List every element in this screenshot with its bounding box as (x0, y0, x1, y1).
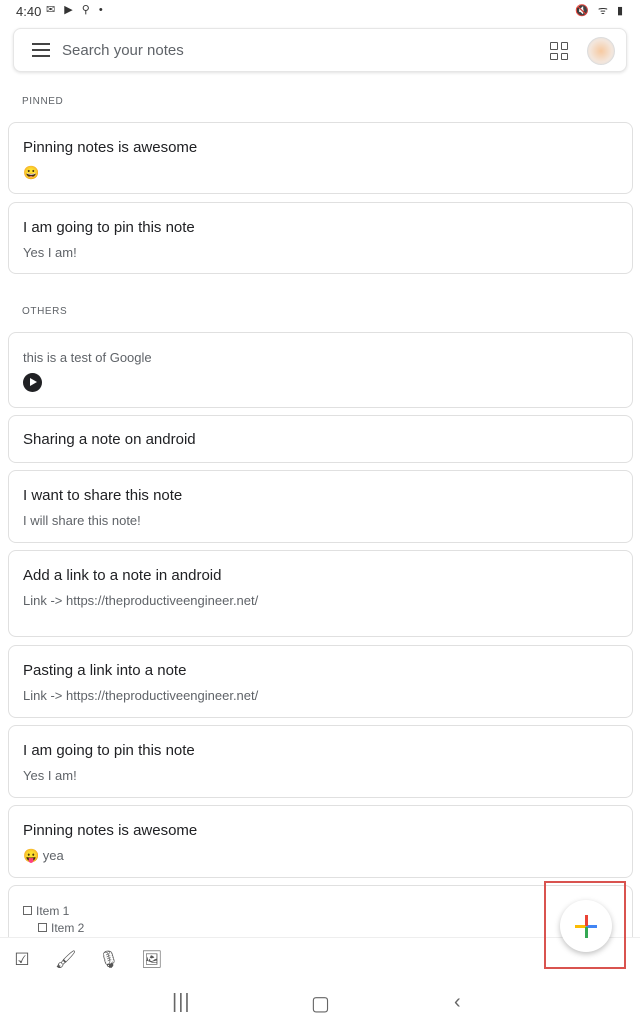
note-card[interactable]: Pinning notes is awesome 😛 yea (8, 805, 633, 878)
grid-view-icon[interactable] (550, 42, 568, 60)
search-bar[interactable]: Search your notes (13, 28, 627, 72)
back-icon[interactable]: ‹ (454, 991, 461, 1014)
note-body: Yes I am! (23, 768, 77, 783)
note-body: this is a test of Google (23, 350, 152, 365)
note-card[interactable]: Add a link to a note in android Link -> … (8, 550, 633, 637)
note-title: Pinning notes is awesome (23, 139, 198, 156)
highlight-box (544, 881, 626, 969)
checkbox-icon[interactable] (23, 906, 32, 915)
note-body: Link -> https://theproductiveengineer.ne… (23, 688, 259, 703)
note-title: I want to share this note (23, 487, 183, 504)
recent-apps-icon[interactable]: ||| (172, 991, 191, 1014)
section-pinned: PINNED (22, 96, 64, 107)
note-body: 😛 yea (23, 848, 64, 863)
system-icons: 🔇 ᯤ ▮ (575, 5, 626, 17)
note-title: I am going to pin this note (23, 219, 195, 236)
note-body: Link -> https://theproductiveengineer.ne… (23, 593, 259, 608)
menu-icon[interactable] (32, 43, 50, 57)
note-card[interactable]: I am going to pin this note Yes I am! (8, 725, 633, 798)
note-title: Sharing a note on android (23, 431, 196, 448)
status-time: 4:40 (16, 4, 42, 19)
checklist-item[interactable]: Item 1 (23, 904, 618, 918)
note-body: 😀 (23, 165, 40, 180)
note-title: Pinning notes is awesome (23, 822, 198, 839)
note-card[interactable]: Pasting a link into a note Link -> https… (8, 645, 633, 718)
note-title: Add a link to a note in android (23, 567, 222, 584)
search-input[interactable]: Search your notes (62, 42, 184, 59)
note-card[interactable]: Pinning notes is awesome 😀 (8, 122, 633, 194)
note-card[interactable]: this is a test of Google (8, 332, 633, 408)
note-card[interactable]: I want to share this note I will share t… (8, 470, 633, 543)
home-icon[interactable]: ▢ (311, 991, 330, 1016)
section-others: OTHERS (22, 306, 68, 317)
note-title: Pasting a link into a note (23, 662, 187, 679)
note-title: I am going to pin this note (23, 742, 195, 759)
microphone-icon[interactable]: 🎙 (98, 950, 120, 970)
notification-icons: ✉ ▶ ⚲ • (46, 4, 106, 16)
avatar[interactable] (587, 37, 615, 65)
brush-icon[interactable]: 🖌 (55, 950, 77, 970)
image-icon[interactable]: 🖼 (141, 950, 163, 970)
navigation-bar: ||| ▢ ‹ (0, 985, 640, 1024)
note-body: Yes I am! (23, 245, 77, 260)
note-card[interactable]: Sharing a note on android (8, 415, 633, 463)
checklist-item[interactable]: Item 2 (38, 921, 618, 935)
note-body: I will share this note! (23, 513, 141, 528)
checkbox-icon[interactable] (38, 923, 47, 932)
status-bar: 4:40 ✉ ▶ ⚲ • 🔇 ᯤ ▮ (0, 0, 640, 24)
note-card[interactable]: I am going to pin this note Yes I am! (8, 202, 633, 274)
audio-play-icon[interactable] (23, 373, 42, 392)
new-list-icon[interactable]: ☑ (12, 950, 32, 970)
